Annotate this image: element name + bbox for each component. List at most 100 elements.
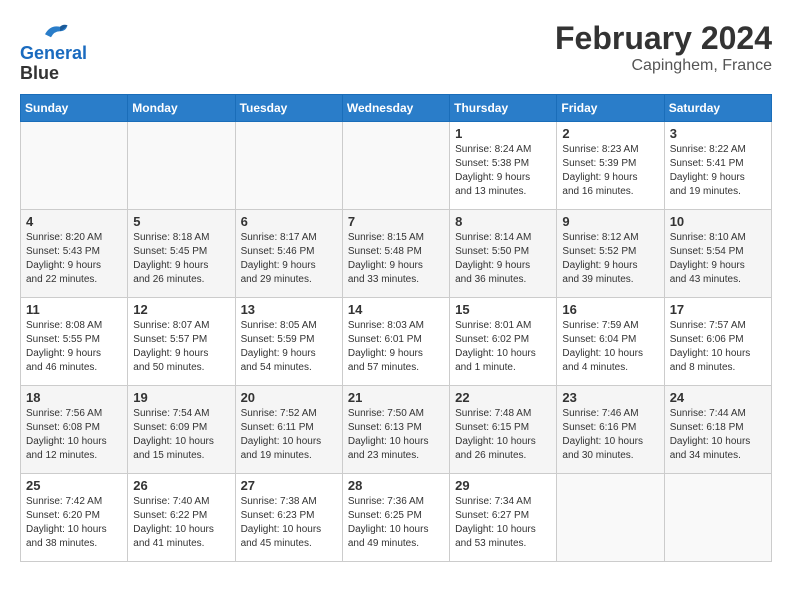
day-number: 24 <box>670 390 766 405</box>
calendar-cell: 27 Sunrise: 7:38 AM Sunset: 6:23 PM Dayli… <box>235 473 342 561</box>
day-number: 19 <box>133 390 229 405</box>
logo-text: GeneralBlue <box>20 44 87 84</box>
day-info: Sunrise: 8:20 AM Sunset: 5:43 PM Dayligh… <box>26 231 122 287</box>
day-number: 17 <box>670 302 766 317</box>
calendar-cell: 13 Sunrise: 8:05 AM Sunset: 5:59 PM Dayli… <box>235 297 342 385</box>
day-info: Sunrise: 8:17 AM Sunset: 5:46 PM Dayligh… <box>241 231 337 287</box>
calendar-cell <box>342 121 449 209</box>
calendar-cell <box>235 121 342 209</box>
day-info: Sunrise: 8:10 AM Sunset: 5:54 PM Dayligh… <box>670 231 766 287</box>
day-info: Sunrise: 7:38 AM Sunset: 6:23 PM Dayligh… <box>241 495 337 551</box>
calendar-cell <box>128 121 235 209</box>
calendar-cell: 23Sunrise: 7:46 AM Sunset: 6:16 PM Dayli… <box>557 385 664 473</box>
day-info: Sunrise: 8:14 AM Sunset: 5:50 PM Dayligh… <box>455 231 551 287</box>
day-info: Sunrise: 8:22 AM Sunset: 5:41 PM Dayligh… <box>670 143 766 199</box>
calendar-cell: 25 Sunrise: 7:42 AM Sunset: 6:20 PM Dayli… <box>21 473 128 561</box>
day-info: Sunrise: 7:34 AM Sunset: 6:27 PM Dayligh… <box>455 495 551 551</box>
calendar-cell: 1 Sunrise: 8:24 AM Sunset: 5:38 PM Daylig… <box>450 121 557 209</box>
calendar-cell: 4Sunrise: 8:20 AM Sunset: 5:43 PM Daylig… <box>21 209 128 297</box>
calendar-cell: 9 Sunrise: 8:12 AM Sunset: 5:52 PM Daylig… <box>557 209 664 297</box>
day-number: 14 <box>348 302 444 317</box>
subtitle: Capinghem, France <box>555 57 772 75</box>
calendar-cell <box>21 121 128 209</box>
calendar-week-row: 25 Sunrise: 7:42 AM Sunset: 6:20 PM Dayli… <box>21 473 772 561</box>
day-info: Sunrise: 7:40 AM Sunset: 6:22 PM Dayligh… <box>133 495 229 551</box>
calendar-cell: 16 Sunrise: 7:59 AM Sunset: 6:04 PM Dayli… <box>557 297 664 385</box>
day-number: 15 <box>455 302 551 317</box>
day-header-saturday: Saturday <box>664 94 771 121</box>
page-header: GeneralBlue February 2024 Capinghem, Fra… <box>20 20 772 84</box>
day-header-sunday: Sunday <box>21 94 128 121</box>
day-info: Sunrise: 8:15 AM Sunset: 5:48 PM Dayligh… <box>348 231 444 287</box>
day-number: 7 <box>348 214 444 229</box>
title-block: February 2024 Capinghem, France <box>555 20 772 75</box>
calendar-cell: 28Sunrise: 7:36 AM Sunset: 6:25 PM Dayli… <box>342 473 449 561</box>
day-number: 11 <box>26 302 122 317</box>
calendar-cell: 11 Sunrise: 8:08 AM Sunset: 5:55 PM Dayli… <box>21 297 128 385</box>
day-info: Sunrise: 7:59 AM Sunset: 6:04 PM Dayligh… <box>562 319 658 375</box>
day-header-thursday: Thursday <box>450 94 557 121</box>
day-header-friday: Friday <box>557 94 664 121</box>
calendar-cell: 3 Sunrise: 8:22 AM Sunset: 5:41 PM Daylig… <box>664 121 771 209</box>
calendar-cell <box>557 473 664 561</box>
day-info: Sunrise: 8:12 AM Sunset: 5:52 PM Dayligh… <box>562 231 658 287</box>
day-info: Sunrise: 7:50 AM Sunset: 6:13 PM Dayligh… <box>348 407 444 463</box>
day-info: Sunrise: 7:56 AM Sunset: 6:08 PM Dayligh… <box>26 407 122 463</box>
calendar-week-row: 1 Sunrise: 8:24 AM Sunset: 5:38 PM Daylig… <box>21 121 772 209</box>
day-info: Sunrise: 8:18 AM Sunset: 5:45 PM Dayligh… <box>133 231 229 287</box>
day-info: Sunrise: 8:05 AM Sunset: 5:59 PM Dayligh… <box>241 319 337 375</box>
calendar-week-row: 4Sunrise: 8:20 AM Sunset: 5:43 PM Daylig… <box>21 209 772 297</box>
calendar-header-row: SundayMondayTuesdayWednesdayThursdayFrid… <box>21 94 772 121</box>
day-info: Sunrise: 7:52 AM Sunset: 6:11 PM Dayligh… <box>241 407 337 463</box>
day-info: Sunrise: 8:23 AM Sunset: 5:39 PM Dayligh… <box>562 143 658 199</box>
day-number: 12 <box>133 302 229 317</box>
day-header-wednesday: Wednesday <box>342 94 449 121</box>
day-number: 29 <box>455 478 551 493</box>
calendar-table: SundayMondayTuesdayWednesdayThursdayFrid… <box>20 94 772 562</box>
calendar-cell: 5 Sunrise: 8:18 AM Sunset: 5:45 PM Daylig… <box>128 209 235 297</box>
day-info: Sunrise: 8:01 AM Sunset: 6:02 PM Dayligh… <box>455 319 551 375</box>
day-header-monday: Monday <box>128 94 235 121</box>
calendar-cell: 18Sunrise: 7:56 AM Sunset: 6:08 PM Dayli… <box>21 385 128 473</box>
day-info: Sunrise: 8:24 AM Sunset: 5:38 PM Dayligh… <box>455 143 551 199</box>
calendar-cell: 15 Sunrise: 8:01 AM Sunset: 6:02 PM Dayli… <box>450 297 557 385</box>
day-number: 9 <box>562 214 658 229</box>
day-number: 8 <box>455 214 551 229</box>
day-number: 16 <box>562 302 658 317</box>
day-number: 10 <box>670 214 766 229</box>
day-number: 28 <box>348 478 444 493</box>
day-info: Sunrise: 8:03 AM Sunset: 6:01 PM Dayligh… <box>348 319 444 375</box>
calendar-cell <box>664 473 771 561</box>
day-number: 22 <box>455 390 551 405</box>
calendar-cell: 10 Sunrise: 8:10 AM Sunset: 5:54 PM Dayli… <box>664 209 771 297</box>
day-info: Sunrise: 7:42 AM Sunset: 6:20 PM Dayligh… <box>26 495 122 551</box>
day-number: 20 <box>241 390 337 405</box>
calendar-cell: 7 Sunrise: 8:15 AM Sunset: 5:48 PM Daylig… <box>342 209 449 297</box>
calendar-cell: 2 Sunrise: 8:23 AM Sunset: 5:39 PM Daylig… <box>557 121 664 209</box>
day-info: Sunrise: 7:57 AM Sunset: 6:06 PM Dayligh… <box>670 319 766 375</box>
calendar-cell: 12Sunrise: 8:07 AM Sunset: 5:57 PM Dayli… <box>128 297 235 385</box>
day-number: 21 <box>348 390 444 405</box>
day-number: 2 <box>562 126 658 141</box>
calendar-cell: 21 Sunrise: 7:50 AM Sunset: 6:13 PM Dayli… <box>342 385 449 473</box>
day-number: 3 <box>670 126 766 141</box>
day-number: 13 <box>241 302 337 317</box>
day-info: Sunrise: 7:54 AM Sunset: 6:09 PM Dayligh… <box>133 407 229 463</box>
day-info: Sunrise: 8:08 AM Sunset: 5:55 PM Dayligh… <box>26 319 122 375</box>
day-info: Sunrise: 7:48 AM Sunset: 6:15 PM Dayligh… <box>455 407 551 463</box>
calendar-week-row: 18Sunrise: 7:56 AM Sunset: 6:08 PM Dayli… <box>21 385 772 473</box>
calendar-cell: 24 Sunrise: 7:44 AM Sunset: 6:18 PM Dayli… <box>664 385 771 473</box>
day-header-tuesday: Tuesday <box>235 94 342 121</box>
logo-bird-icon <box>39 20 69 44</box>
day-info: Sunrise: 7:44 AM Sunset: 6:18 PM Dayligh… <box>670 407 766 463</box>
day-number: 5 <box>133 214 229 229</box>
day-number: 1 <box>455 126 551 141</box>
day-number: 25 <box>26 478 122 493</box>
calendar-week-row: 11 Sunrise: 8:08 AM Sunset: 5:55 PM Dayli… <box>21 297 772 385</box>
calendar-cell: 29 Sunrise: 7:34 AM Sunset: 6:27 PM Dayli… <box>450 473 557 561</box>
calendar-cell: 22 Sunrise: 7:48 AM Sunset: 6:15 PM Dayli… <box>450 385 557 473</box>
calendar-cell: 26Sunrise: 7:40 AM Sunset: 6:22 PM Dayli… <box>128 473 235 561</box>
day-number: 27 <box>241 478 337 493</box>
calendar-cell: 20 Sunrise: 7:52 AM Sunset: 6:11 PM Dayli… <box>235 385 342 473</box>
logo: GeneralBlue <box>20 20 87 84</box>
